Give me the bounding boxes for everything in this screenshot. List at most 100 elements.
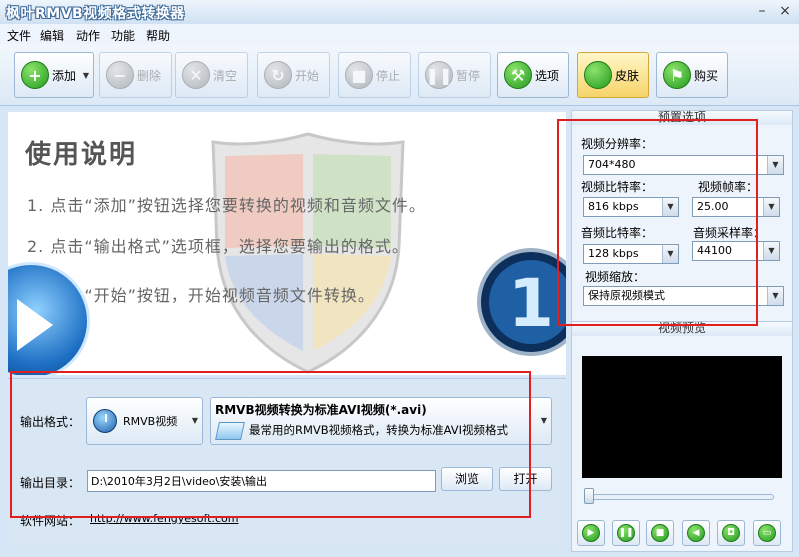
- minimize-icon[interactable]: –: [752, 2, 772, 20]
- refresh-icon: ↻: [264, 61, 292, 89]
- document-icon: [215, 422, 245, 440]
- chevron-down-icon: ▼: [763, 242, 779, 260]
- chevron-down-icon: ▼: [767, 287, 783, 305]
- audio-bitrate-select[interactable]: 128 kbps ▼: [583, 244, 679, 264]
- stop-button[interactable]: ■ 停止: [338, 52, 411, 98]
- minus-icon: −: [106, 61, 134, 89]
- scale-label: 视频缩放：: [585, 270, 646, 284]
- apple-icon: [584, 61, 612, 89]
- preview-screen: [582, 356, 782, 478]
- menu-function[interactable]: 功能: [111, 27, 135, 44]
- clear-button[interactable]: ✕ 清空: [175, 52, 248, 98]
- play-icon: [8, 262, 90, 375]
- volume-button[interactable]: ◀: [682, 520, 710, 546]
- scale-value: 保持原视频模式: [588, 289, 665, 302]
- format-name: RMVB视频: [123, 415, 178, 428]
- delete-button[interactable]: − 删除: [99, 52, 172, 98]
- browse-button[interactable]: 浏览: [441, 467, 493, 491]
- format-label: 输出格式：: [20, 415, 81, 429]
- video-bitrate-label: 视频比特率：: [581, 180, 654, 194]
- chevron-down-icon: ▼: [662, 245, 678, 263]
- site-label: 软件网站：: [20, 514, 81, 528]
- pause-preview-button[interactable]: ❚❚: [612, 520, 640, 546]
- framerate-select[interactable]: 25.00 ▼: [692, 197, 780, 217]
- chevron-down-icon: ▼: [767, 156, 783, 174]
- menu-file[interactable]: 文件: [7, 27, 31, 44]
- pause-icon: ❚❚: [617, 524, 635, 542]
- add-label: 添加: [52, 68, 77, 83]
- play-button[interactable]: ▶: [577, 520, 605, 546]
- buy-label: 购买: [694, 68, 719, 83]
- side-panel: 预置选项 视频分辨率： 704*480 ▼ 视频比特率： 视频帧率： 816 k…: [571, 110, 793, 552]
- options-label: 选项: [535, 68, 560, 83]
- preview-header: 视频预览: [572, 322, 792, 336]
- stop-preview-button[interactable]: ■: [646, 520, 674, 546]
- folder-icon: ▭: [758, 524, 776, 542]
- samplerate-select[interactable]: 44100 ▼: [692, 241, 780, 261]
- video-bitrate-value: 816 kbps: [588, 200, 639, 213]
- step-one-number: 1: [508, 265, 554, 342]
- seek-handle[interactable]: [584, 488, 594, 504]
- samplerate-label: 音频采样率：: [693, 226, 766, 240]
- stop-icon: ■: [345, 61, 373, 89]
- menu-action[interactable]: 动作: [76, 27, 100, 44]
- pause-button[interactable]: ❚❚ 暂停: [418, 52, 491, 98]
- help-title: 使用说明: [25, 140, 138, 170]
- start-button[interactable]: ↻ 开始: [257, 52, 330, 98]
- delete-label: 删除: [137, 68, 162, 83]
- dir-label: 输出目录：: [20, 476, 81, 490]
- skin-button[interactable]: 皮肤: [577, 52, 649, 98]
- output-panel: 输出格式： RMVB视频 ▼ RMVB视频转换为标准AVI视频(*.avi) 最…: [8, 378, 566, 550]
- options-button[interactable]: ⚒ 选项: [497, 52, 569, 98]
- audio-bitrate-value: 128 kbps: [588, 247, 639, 260]
- seek-track[interactable]: [588, 494, 774, 500]
- video-preview: 视频预览 ▶ ❚❚ ■ ◀ ◘ ▭: [571, 321, 793, 552]
- help-line-1: 1. 点击“添加”按钮选择您要转换的视频和音频文件。: [27, 196, 426, 215]
- samplerate-value: 44100: [697, 244, 732, 257]
- format-description[interactable]: RMVB视频转换为标准AVI视频(*.avi) 最常用的RMVB视频格式，转换为…: [210, 397, 552, 445]
- cart-icon: ⚑: [663, 61, 691, 89]
- close-icon[interactable]: ×: [775, 2, 795, 20]
- volume-icon: ◀: [687, 524, 705, 542]
- audio-bitrate-label: 音频比特率：: [581, 226, 654, 240]
- site-link[interactable]: http://www.fengyesoft.com: [90, 512, 239, 525]
- play-icon: ▶: [582, 524, 600, 542]
- output-dir-input[interactable]: [87, 470, 436, 492]
- preset-options: 预置选项 视频分辨率： 704*480 ▼ 视频比特率： 视频帧率： 816 k…: [571, 110, 793, 322]
- toolbar: + 添加 ▼ − 删除 ✕ 清空 ↻ 开始 ■ 停止 ❚❚ 暂停 ⚒ 选项 皮肤…: [0, 44, 799, 106]
- chevron-down-icon: ▼: [662, 198, 678, 216]
- format-title: RMVB视频转换为标准AVI视频(*.avi): [215, 403, 427, 417]
- snapshot-button[interactable]: ◘: [717, 520, 745, 546]
- menu-edit[interactable]: 编辑: [40, 27, 64, 44]
- buy-button[interactable]: ⚑ 购买: [656, 52, 728, 98]
- chevron-down-icon: ▼: [540, 416, 547, 425]
- camera-icon: ◘: [722, 524, 740, 542]
- plus-icon: +: [21, 61, 49, 89]
- framerate-label: 视频帧率：: [698, 180, 759, 194]
- stop-label: 停止: [376, 68, 401, 83]
- preset-header: 预置选项: [572, 111, 792, 125]
- format-selector[interactable]: RMVB视频 ▼: [86, 397, 203, 445]
- chevron-down-icon[interactable]: ▼: [83, 71, 89, 80]
- help-panel: 使用说明 1. 点击“添加”按钮选择您要转换的视频和音频文件。 2. 点击“输出…: [8, 112, 566, 375]
- title-bar: 枫叶RMVB视频格式转换器 – ×: [0, 0, 799, 24]
- resolution-value: 704*480: [588, 158, 636, 171]
- folder-button[interactable]: ▭: [753, 520, 781, 546]
- chevron-down-icon: ▼: [763, 198, 779, 216]
- chevron-down-icon: ▼: [191, 416, 198, 425]
- skin-label: 皮肤: [615, 68, 640, 83]
- pause-icon: ❚❚: [425, 61, 453, 89]
- scale-select[interactable]: 保持原视频模式 ▼: [583, 286, 784, 306]
- menu-bar: 文件 编辑 动作 功能 帮助: [0, 24, 799, 44]
- start-label: 开始: [295, 68, 320, 83]
- add-button[interactable]: + 添加 ▼: [14, 52, 94, 98]
- tools-icon: ⚒: [504, 61, 532, 89]
- format-icon: [93, 409, 117, 433]
- format-desc: 最常用的RMVB视频格式，转换为标准AVI视频格式: [249, 423, 509, 437]
- video-bitrate-select[interactable]: 816 kbps ▼: [583, 197, 679, 217]
- menu-help[interactable]: 帮助: [146, 27, 170, 44]
- open-button[interactable]: 打开: [499, 467, 552, 491]
- help-line-2: 2. 点击“输出格式”选项框，选择您要输出的格式。: [27, 237, 409, 256]
- resolution-select[interactable]: 704*480 ▼: [583, 155, 784, 175]
- window-title: 枫叶RMVB视频格式转换器: [6, 6, 185, 22]
